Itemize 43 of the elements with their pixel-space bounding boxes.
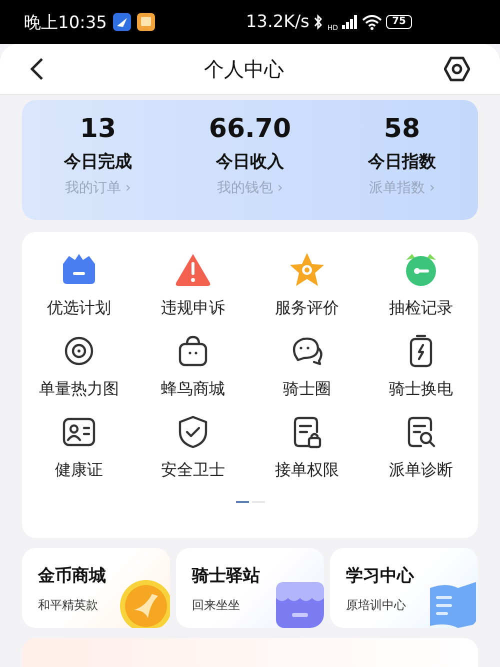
menu-item[interactable]: 接单权限 [275,412,339,481]
menu-item[interactable]: 违规申诉 [161,250,225,319]
settings-button[interactable] [444,56,470,82]
stat-label: 今日收入 [216,151,284,173]
status-time: 晚上10:35 [24,12,107,34]
tile-title: 骑士驿站 [192,565,261,587]
menu-item[interactable]: 安全卫士 [161,412,225,481]
back-button[interactable] [30,57,44,81]
menu-item[interactable]: 服务评价 [275,250,339,319]
feature-tile[interactable]: 骑士驿站 回来坐坐 [176,548,324,628]
menu-item[interactable]: 派单诊断 [389,412,453,481]
menu-item[interactable]: 骑士换电 [389,331,453,400]
stat-label: 今日完成 [64,151,132,173]
signal-icon [342,15,358,29]
tile-subtitle: 原培训中心 [346,597,407,614]
menu-item[interactable]: 健康证 [55,412,103,481]
stat-value: 13 [80,114,116,144]
menu-item[interactable]: 蜂鸟商城 [161,331,225,400]
bluetooth-icon [313,14,324,30]
page-title: 个人中心 [204,56,284,82]
tile-title: 学习中心 [346,565,416,587]
coin-icon [120,580,170,628]
feature-tile[interactable]: 学习中心 原培训中心 [330,548,478,628]
book-icon [428,580,478,628]
network-speed: 13.2K/s [246,12,310,32]
box-icon [274,580,324,628]
tile-subtitle: 回来坐坐 [192,597,241,614]
menu-item[interactable]: 骑士圈 [283,331,331,400]
message-app-icon [137,13,155,31]
wifi-icon [362,14,382,30]
menu-item[interactable]: 单量热力图 [39,331,119,400]
battery-indicator: 75 [386,15,412,29]
tile-subtitle: 和平精英款 [38,597,99,614]
plane-app-icon [113,13,131,31]
menu-item[interactable]: 优选计划 [47,250,111,319]
stat-value: 66.70 [208,114,292,144]
feature-tile[interactable]: 金币商城 和平精英款 [22,548,170,628]
back-icon [30,57,44,81]
stat-label: 今日指数 [368,151,436,173]
settings-icon [444,56,470,82]
menu-item[interactable]: 抽检记录 [389,250,453,319]
tile-title: 金币商城 [38,565,107,587]
stat-value: 58 [384,114,420,144]
